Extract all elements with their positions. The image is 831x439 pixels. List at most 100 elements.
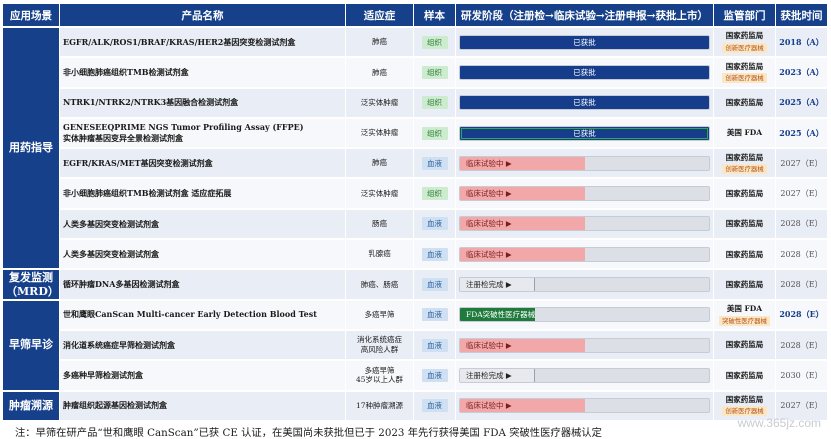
designation-badge: 创新医疗器械 [722, 164, 767, 175]
regulator-name: 国家药监局 [725, 188, 764, 198]
stage-cell: 已获批 [456, 28, 714, 57]
indication: 肺癌 [346, 149, 414, 178]
regulator-cell: 国家药监局 [714, 179, 776, 208]
indication: 泛实体肿瘤 [346, 118, 414, 148]
regulator-name: 美国 FDA [726, 304, 763, 314]
stage-cell: 临床试验中 ▶ [456, 240, 714, 269]
approval-time: 2025（A） [776, 118, 828, 148]
sample-tag: 血液 [421, 399, 448, 413]
table-row: 用药指导 EGFR/ALK/ROS1/BRAF/KRAS/HER2基因突变检测试剂… [3, 28, 828, 269]
header-time: 获批时间 [776, 4, 828, 26]
header-product: 产品名称 [60, 4, 346, 26]
stage-cell: 临床试验中 ▶ [456, 391, 714, 420]
stage-cell: 临床试验中 ▶ [456, 330, 714, 360]
regulator-name: 国家药监局 [725, 31, 764, 41]
approval-time: 2027（E） [776, 149, 828, 178]
sample-cell: 组织 [414, 179, 456, 208]
designation-badge: 创新医疗器械 [722, 42, 767, 53]
product-name: 肿瘤组织起源基因检测试剂盒 [60, 391, 346, 420]
sample-tag: 组织 [421, 126, 448, 140]
indication: 肺癌 [346, 58, 414, 87]
approval-time: 2028（E） [776, 330, 828, 360]
approval-time: 2023（A） [776, 58, 828, 87]
indication: 肺癌、肠癌 [346, 270, 414, 299]
product-name: 非小细胞肺癌组织TMB检测试剂盒 适应症拓展 [60, 179, 346, 208]
sample-tag: 组织 [421, 96, 448, 110]
sample-tag: 血液 [421, 247, 448, 261]
approval-time: 2028（E） [776, 240, 828, 269]
designation-badge: 突破性医疗器械 [719, 315, 770, 326]
sample-tag: 组织 [421, 35, 448, 49]
stage-cell: 临床试验中 ▶ [456, 179, 714, 208]
stage-track: 注册检完成 ▶ [459, 277, 710, 293]
regulator-name: 国家药监局 [725, 395, 764, 405]
designation-badge: 创新医疗器械 [722, 73, 767, 84]
stage-track: 已获批 [459, 34, 710, 50]
stage-track: 已获批 [459, 64, 710, 80]
regulator-cell: 国家药监局 [714, 361, 776, 390]
regulator-cell: 美国 FDA [714, 118, 776, 148]
footnote: 注：早筛在研产品“世和鹰眼 CanScan”已获 CE 认证，在美国尚未获批但已… [15, 427, 602, 439]
group-label: 用药指导 [3, 28, 60, 269]
indication: 多癌早筛 45岁以上人群 [346, 361, 414, 390]
stage-bar: 注册检完成 ▶ [460, 278, 535, 292]
stage-track: 临床试验中 ▶ [459, 246, 710, 262]
stage-track: 已获批 [459, 125, 710, 141]
product-name: 循环肿瘤DNA多基因检测试剂盒 [60, 270, 346, 299]
regulator-cell: 国家药监局 创新医疗器械 [714, 58, 776, 87]
regulator-name: 国家药监局 [725, 152, 764, 162]
indication: 泛实体肿瘤 [346, 179, 414, 208]
header-scene: 应用场景 [3, 4, 60, 26]
product-name: EGFR/ALK/ROS1/BRAF/KRAS/HER2基因突变检测试剂盒 [60, 28, 346, 57]
product-name: 人类多基因突变检测试剂盒 [60, 240, 346, 269]
stage-bar: 已获批 [460, 65, 709, 79]
approval-time: 2028（E） [776, 300, 828, 329]
indication: 肠癌 [346, 209, 414, 239]
table-row: 非小细胞肺癌组织TMB检测试剂盒 肺癌 组织 已获批 国家药监局 创新医疗器械 2023（A… [3, 58, 828, 87]
table-row: 非小细胞肺癌组织TMB检测试剂盒 适应症拓展 泛实体肿瘤 组织 临床试验中 ▶ 国家药监… [3, 179, 828, 208]
header-indication: 适应症 [346, 4, 414, 26]
stage-bar: 已获批 [460, 96, 709, 110]
sample-tag: 组织 [421, 187, 448, 201]
regulator-cell: 国家药监局 [714, 209, 776, 239]
table-row: 人类多基因突变检测试剂盒 肠癌 血液 临床试验中 ▶ 国家药监局 2028（E） [3, 209, 828, 239]
indication: 肺癌 [346, 28, 414, 57]
table-row: 复发监测 （MRD） 循环肿瘤DNA多基因检测试剂盒 肺癌、肠癌 血液 注册检完成 ▶ 国… [3, 270, 828, 299]
table-row: 肿瘤溯源 肿瘤组织起源基因检测试剂盒 17种肿瘤溯源 血液 临床试验中 ▶ 国家药监局 创新… [3, 391, 828, 420]
approval-time: 2025（A） [776, 88, 828, 117]
sample-cell: 血液 [414, 300, 456, 329]
indication: 消化系统癌症 高风险人群 [346, 330, 414, 360]
regulator-name: 国家药监局 [725, 340, 764, 350]
sample-tag: 组织 [421, 65, 448, 79]
sample-tag: 血液 [421, 338, 448, 352]
watermark: www.365jz.com [737, 416, 821, 430]
stage-bar: 临床试验中 ▶ [460, 399, 585, 413]
stage-cell: 已获批 [456, 58, 714, 87]
regulator-cell: 国家药监局 [714, 270, 776, 299]
sample-tag: 血液 [421, 156, 448, 170]
group-label: 复发监测 （MRD） [3, 270, 60, 299]
stage-track: 已获批 [459, 95, 710, 111]
stage-cell: FDA突破性医疗器械 [456, 300, 714, 329]
regulator-cell: 国家药监局 创新医疗器械 [714, 28, 776, 57]
sample-tag: 血液 [421, 308, 448, 322]
stage-bar: 临床试验中 ▶ [460, 338, 585, 352]
regulator-cell: 美国 FDA 突破性医疗器械 [714, 300, 776, 329]
stage-cell: 已获批 [456, 88, 714, 117]
stage-bar: 临床试验中 ▶ [460, 156, 585, 170]
sample-cell: 组织 [414, 88, 456, 117]
stage-bar: 临床试验中 ▶ [460, 247, 585, 261]
stage-cell: 已获批 [456, 118, 714, 148]
regulator-name: 国家药监局 [725, 279, 764, 289]
sample-tag: 血液 [421, 368, 448, 382]
sample-tag: 血液 [421, 217, 448, 231]
sample-tag: 血液 [421, 278, 448, 292]
table-row: 早筛早诊 世和鹰眼CanScan Multi-cancer Early Detec… [3, 300, 828, 390]
pipeline-table: 应用场景 产品名称 适应症 样本 研发阶段（注册检→临床试验→注册申报→获批上市… [3, 2, 828, 422]
indication: 多癌早筛 [346, 300, 414, 329]
stage-track: FDA突破性医疗器械 [459, 307, 710, 323]
table-row: 人类多基因突变检测试剂盒 乳腺癌 血液 临床试验中 ▶ 国家药监局 2028（E） [3, 240, 828, 269]
sample-cell: 组织 [414, 28, 456, 57]
sample-cell: 血液 [414, 270, 456, 299]
regulator-name: 美国 FDA [726, 128, 763, 138]
